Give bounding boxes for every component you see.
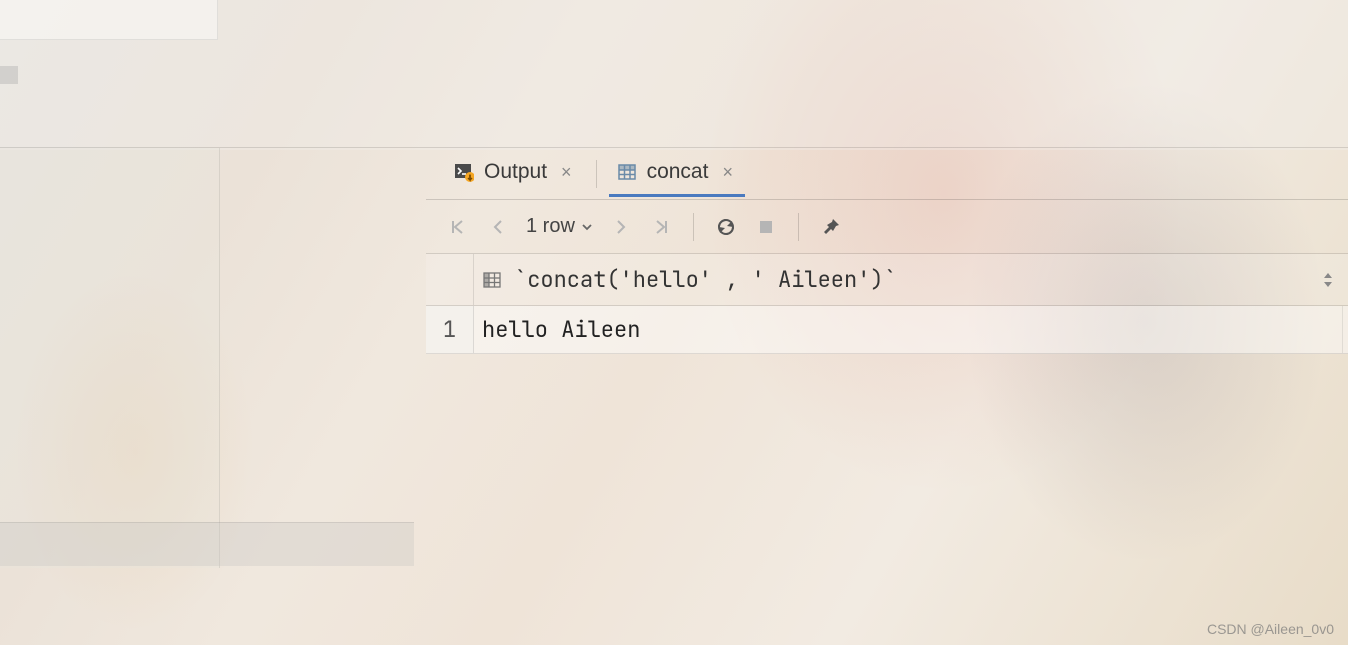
editor-tab-strip (0, 0, 218, 40)
prev-page-button[interactable] (480, 209, 516, 245)
table-icon (617, 162, 637, 182)
stop-button[interactable] (748, 209, 784, 245)
column-type-icon (474, 254, 510, 305)
row-count-label: 1 row (526, 215, 575, 238)
table-row[interactable]: 1 hello Aileen (426, 306, 1348, 354)
header-gutter (426, 254, 474, 305)
tab-label: concat (647, 160, 709, 184)
editor-top-area (0, 0, 1348, 150)
close-icon[interactable]: × (557, 162, 576, 183)
left-bottom-strip (0, 522, 414, 566)
watermark: CSDN @Aileen_0v0 (1207, 621, 1334, 637)
gutter-marker (0, 66, 18, 84)
chevron-down-icon (581, 221, 593, 233)
column-header[interactable]: `concat('hello' , ' Aileen')` (510, 254, 1308, 305)
pin-button[interactable] (813, 209, 849, 245)
sort-button[interactable] (1308, 254, 1348, 305)
first-page-button[interactable] (440, 209, 476, 245)
cell-value[interactable]: hello Aileen (474, 306, 1342, 353)
tab-concat[interactable]: concat × (609, 150, 745, 197)
row-count-dropdown[interactable]: 1 row (520, 215, 599, 238)
table-header-row: `concat('hello' , ' Aileen')` (426, 254, 1348, 306)
console-output-icon (454, 162, 474, 182)
row-number: 1 (426, 306, 474, 353)
result-toolbar: 1 row (426, 200, 1348, 254)
tab-label: Output (484, 160, 547, 184)
result-panel: Output × concat × (426, 148, 1348, 645)
last-page-button[interactable] (643, 209, 679, 245)
result-tabs: Output × concat × (426, 148, 1348, 200)
next-page-button[interactable] (603, 209, 639, 245)
refresh-button[interactable] (708, 209, 744, 245)
close-icon[interactable]: × (718, 162, 737, 183)
tab-output[interactable]: Output × (446, 150, 584, 197)
left-side-panel (0, 148, 220, 568)
